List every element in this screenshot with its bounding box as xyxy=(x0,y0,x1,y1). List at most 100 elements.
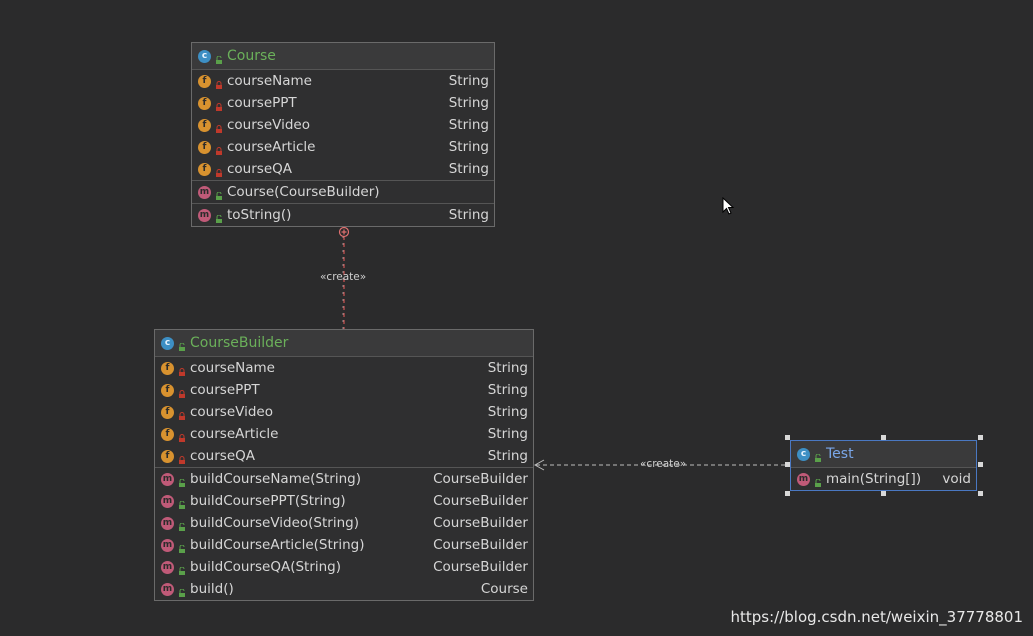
field-row[interactable]: f courseName String xyxy=(155,357,533,379)
method-name: buildCoursePPT(String) xyxy=(190,493,346,509)
class-test[interactable]: c Test m main(String[]) void xyxy=(790,440,977,491)
field-icon: f xyxy=(161,449,174,463)
method-row[interactable]: m buildCourseQA(String) CourseBuilder xyxy=(155,556,533,578)
field-type: String xyxy=(487,382,528,398)
field-row[interactable]: f courseVideo String xyxy=(192,114,494,136)
field-name: coursePPT xyxy=(227,95,297,111)
unlock-icon xyxy=(215,188,223,200)
resize-handle-n[interactable] xyxy=(881,435,886,440)
methods-section: m toString() String xyxy=(192,204,494,226)
method-icon: m xyxy=(161,472,174,486)
class-title: CourseBuilder xyxy=(190,335,289,351)
lock-icon xyxy=(178,386,186,398)
method-type: String xyxy=(448,207,489,223)
unlock-icon xyxy=(178,519,186,531)
method-type: CourseBuilder xyxy=(433,471,528,487)
field-row[interactable]: f courseVideo String xyxy=(155,401,533,423)
class-title: Course xyxy=(227,48,276,64)
method-row[interactable]: m buildCourseVideo(String) CourseBuilder xyxy=(155,512,533,534)
method-row[interactable]: m toString() String xyxy=(192,204,494,226)
mouse-cursor-icon xyxy=(722,197,735,215)
method-name: buildCourseArticle(String) xyxy=(190,537,365,553)
field-row[interactable]: f courseName String xyxy=(192,70,494,92)
field-name: courseVideo xyxy=(227,117,310,133)
resize-handle-sw[interactable] xyxy=(785,491,790,496)
resize-handle-nw[interactable] xyxy=(785,435,790,440)
edge-label-create-course: «create» xyxy=(320,271,367,283)
method-icon: m xyxy=(161,560,174,574)
class-header: c Course xyxy=(192,43,494,70)
method-name: buildCourseQA(String) xyxy=(190,559,342,575)
field-name: courseName xyxy=(227,73,312,89)
class-course[interactable]: c Course f courseName String f coursePPT… xyxy=(191,42,495,227)
field-type: String xyxy=(448,117,489,133)
class-icon: c xyxy=(797,447,810,461)
method-type: void xyxy=(942,471,971,487)
method-row[interactable]: m build() Course xyxy=(155,578,533,600)
field-icon: f xyxy=(161,361,174,375)
field-type: String xyxy=(487,448,528,464)
lock-icon xyxy=(178,430,186,442)
field-type: String xyxy=(448,73,489,89)
resize-handle-se[interactable] xyxy=(978,491,983,496)
class-icon: c xyxy=(161,336,174,350)
field-name: courseArticle xyxy=(190,426,279,442)
method-type: CourseBuilder xyxy=(433,537,528,553)
class-icon: c xyxy=(198,49,211,63)
method-icon: m xyxy=(198,208,211,222)
field-row[interactable]: f courseArticle String xyxy=(155,423,533,445)
inner-class-marker-icon xyxy=(338,226,350,238)
methods-section: m main(String[]) void xyxy=(791,468,976,490)
resize-handle-s[interactable] xyxy=(881,491,886,496)
resize-handle-e[interactable] xyxy=(978,462,983,467)
field-name: courseQA xyxy=(227,161,292,177)
lock-icon xyxy=(178,364,186,376)
unlock-icon xyxy=(215,211,223,223)
fields-section: f courseName String f coursePPT String f… xyxy=(155,357,533,468)
resize-handle-ne[interactable] xyxy=(978,435,983,440)
method-name: Course(CourseBuilder) xyxy=(227,184,380,200)
field-row[interactable]: f coursePPT String xyxy=(192,92,494,114)
unlock-icon xyxy=(178,339,186,351)
lock-icon xyxy=(178,408,186,420)
field-name: courseVideo xyxy=(190,404,273,420)
field-row[interactable]: f courseArticle String xyxy=(192,136,494,158)
method-row[interactable]: m Course(CourseBuilder) xyxy=(192,181,494,203)
field-icon: f xyxy=(198,118,211,132)
field-name: courseName xyxy=(190,360,275,376)
method-row[interactable]: m buildCourseName(String) CourseBuilder xyxy=(155,468,533,490)
field-type: String xyxy=(448,161,489,177)
field-type: String xyxy=(448,95,489,111)
method-row[interactable]: m buildCoursePPT(String) CourseBuilder xyxy=(155,490,533,512)
edge-label-create-builder: «create» xyxy=(640,458,687,470)
field-name: courseArticle xyxy=(227,139,316,155)
field-icon: f xyxy=(161,383,174,397)
method-type: Course xyxy=(480,581,528,597)
field-type: String xyxy=(448,139,489,155)
field-icon: f xyxy=(161,427,174,441)
unlock-icon xyxy=(178,497,186,509)
class-coursebuilder[interactable]: c CourseBuilder f courseName String f co… xyxy=(154,329,534,601)
method-row[interactable]: m buildCourseArticle(String) CourseBuild… xyxy=(155,534,533,556)
unlock-icon xyxy=(814,450,822,462)
field-row[interactable]: f courseQA String xyxy=(192,158,494,180)
resize-handle-w[interactable] xyxy=(785,462,790,467)
field-row[interactable]: f courseQA String xyxy=(155,445,533,467)
methods-section: m buildCourseName(String) CourseBuilder … xyxy=(155,468,533,600)
unlock-icon xyxy=(178,585,186,597)
class-header: c CourseBuilder xyxy=(155,330,533,357)
method-name: build() xyxy=(190,581,234,597)
class-title: Test xyxy=(826,446,854,462)
field-name: coursePPT xyxy=(190,382,260,398)
fields-section: f courseName String f coursePPT String f… xyxy=(192,70,494,181)
lock-icon xyxy=(215,143,223,155)
constructors-section: m Course(CourseBuilder) xyxy=(192,181,494,204)
method-name: main(String[]) xyxy=(826,471,922,487)
method-row[interactable]: m main(String[]) void xyxy=(791,468,976,490)
field-type: String xyxy=(487,404,528,420)
field-row[interactable]: f coursePPT String xyxy=(155,379,533,401)
unlock-icon xyxy=(178,541,186,553)
method-icon: m xyxy=(161,516,174,530)
method-type: CourseBuilder xyxy=(433,493,528,509)
field-icon: f xyxy=(198,140,211,154)
